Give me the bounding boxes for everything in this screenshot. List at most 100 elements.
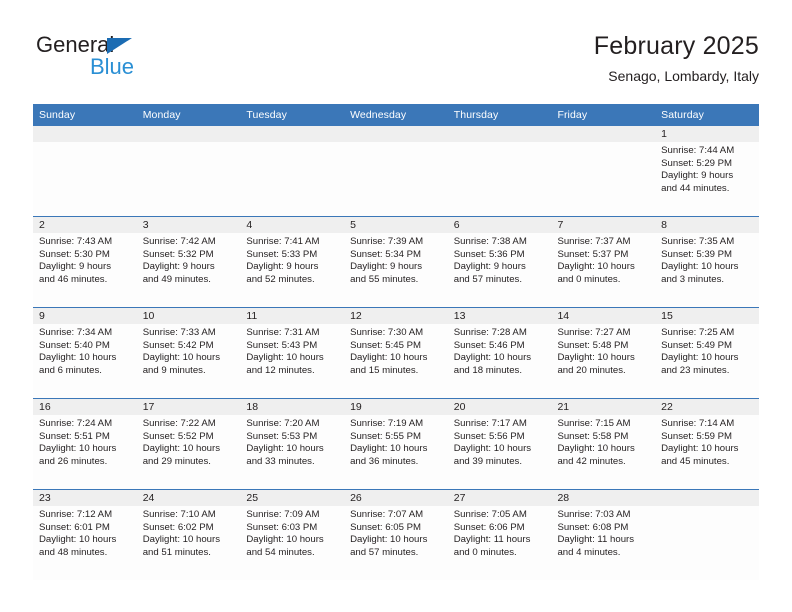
calendar-day-cell[interactable]: 12 Sunrise: 7:30 AM Sunset: 5:45 PM Dayligh… — [344, 307, 448, 399]
daylight-duration-line2: and 6 minutes. — [39, 364, 102, 376]
day-details: Sunrise: 7:42 AM Sunset: 5:32 PM Daylight:… — [137, 233, 241, 286]
calendar-day-cell[interactable]: 7 Sunrise: 7:37 AM Sunset: 5:37 PM Daylight… — [551, 216, 656, 308]
calendar-day-cell[interactable]: 18 Sunrise: 7:20 AM Sunset: 5:53 PM Dayligh… — [240, 398, 345, 490]
calendar-day-cell[interactable]: 27 Sunrise: 7:05 AM Sunset: 6:06 PM Dayligh… — [447, 489, 552, 580]
weekday-header-thursday: Thursday — [447, 104, 552, 126]
sunrise-time: Sunrise: 7:09 AM — [246, 509, 320, 520]
daylight-duration-line2: and 49 minutes. — [142, 273, 211, 285]
calendar-day-cell[interactable]: 3 Sunrise: 7:42 AM Sunset: 5:32 PM Daylight… — [136, 216, 241, 308]
day-number: 5 — [344, 217, 448, 233]
sunrise-time: Sunrise: 7:43 AM — [39, 236, 113, 247]
calendar-day-cell[interactable]: 19 Sunrise: 7:19 AM Sunset: 5:55 PM Dayligh… — [344, 398, 448, 490]
sunrise-time: Sunrise: 7:27 AM — [557, 327, 631, 338]
daylight-duration-line1: Daylight: 10 hours — [453, 443, 532, 455]
day-number: 27 — [447, 490, 552, 506]
daylight-duration-line2: and 15 minutes. — [350, 364, 419, 376]
daylight-duration-line1: Daylight: 10 hours — [350, 352, 428, 364]
calendar-week-row: 23 Sunrise: 7:12 AM Sunset: 6:01 PM Dayligh… — [33, 489, 759, 580]
calendar-day-cell[interactable]: 15 Sunrise: 7:25 AM Sunset: 5:49 PM Dayligh… — [655, 307, 759, 399]
calendar-day-cell[interactable]: 21 Sunrise: 7:15 AM Sunset: 5:58 PM Dayligh… — [551, 398, 656, 490]
calendar-header-row: Sunday Monday Tuesday Wednesday Thursday… — [33, 104, 759, 126]
day-number: 20 — [447, 399, 552, 415]
daylight-duration-line1: Daylight: 10 hours — [557, 352, 635, 364]
sunset-time: Sunset: 5:33 PM — [246, 248, 318, 260]
calendar-day-cell[interactable]: 5 Sunrise: 7:39 AM Sunset: 5:34 PM Daylight… — [344, 216, 448, 308]
calendar-day-cell[interactable]: 14 Sunrise: 7:27 AM Sunset: 5:48 PM Dayligh… — [551, 307, 656, 399]
day-details: Sunrise: 7:33 AM Sunset: 5:42 PM Daylight:… — [137, 324, 241, 377]
daylight-duration-line2: and 26 minutes. — [39, 455, 108, 467]
calendar-day-cell[interactable]: 23 Sunrise: 7:12 AM Sunset: 6:01 PM Dayligh… — [33, 489, 137, 580]
day-number — [551, 126, 656, 142]
daylight-duration-line2: and 0 minutes. — [453, 546, 517, 558]
day-details: Sunrise: 7:15 AM Sunset: 5:58 PM Daylight:… — [551, 415, 655, 468]
calendar-day-cell[interactable]: 6 Sunrise: 7:38 AM Sunset: 5:36 PM Daylight… — [447, 216, 552, 308]
calendar-day-cell[interactable]: 22 Sunrise: 7:14 AM Sunset: 5:59 PM Dayligh… — [655, 398, 759, 490]
calendar-day-cell[interactable]: 28 Sunrise: 7:03 AM Sunset: 6:08 PM Dayligh… — [551, 489, 656, 580]
calendar-day-cell[interactable]: 9 Sunrise: 7:34 AM Sunset: 5:40 PM Daylight… — [33, 307, 137, 399]
daylight-duration-line1: Daylight: 10 hours — [661, 352, 739, 364]
daylight-duration-line2: and 52 minutes. — [246, 273, 315, 285]
daylight-duration-line1: Daylight: 10 hours — [661, 261, 739, 273]
day-details: Sunrise: 7:09 AM Sunset: 6:03 PM Daylight:… — [240, 506, 344, 559]
daylight-duration-line2: and 36 minutes. — [350, 455, 419, 467]
calendar-day-cell[interactable]: 16 Sunrise: 7:24 AM Sunset: 5:51 PM Dayligh… — [33, 398, 137, 490]
calendar-day-cell[interactable]: 26 Sunrise: 7:07 AM Sunset: 6:05 PM Dayligh… — [344, 489, 448, 580]
day-number: 6 — [447, 217, 552, 233]
daylight-duration-line1: Daylight: 10 hours — [39, 352, 117, 364]
calendar-table: Sunday Monday Tuesday Wednesday Thursday… — [33, 104, 759, 580]
day-details: Sunrise: 7:03 AM Sunset: 6:08 PM Daylight:… — [551, 506, 655, 559]
daylight-duration-line2: and 44 minutes. — [661, 182, 730, 194]
day-number: 12 — [344, 308, 448, 324]
page-title: February 2025 — [593, 32, 759, 60]
daylight-duration-line2: and 9 minutes. — [142, 364, 206, 376]
daylight-duration-line1: Daylight: 9 hours — [246, 261, 319, 273]
sunrise-time: Sunrise: 7:24 AM — [39, 418, 113, 429]
calendar-day-cell[interactable]: 10 Sunrise: 7:33 AM Sunset: 5:42 PM Dayligh… — [136, 307, 241, 399]
daylight-duration-line2: and 0 minutes. — [557, 273, 621, 285]
calendar-day-cell[interactable]: 13 Sunrise: 7:28 AM Sunset: 5:46 PM Dayligh… — [447, 307, 552, 399]
day-number: 16 — [33, 399, 137, 415]
day-number: 4 — [240, 217, 345, 233]
weekday-header-wednesday: Wednesday — [344, 104, 448, 126]
sunrise-time: Sunrise: 7:19 AM — [350, 418, 424, 429]
day-details: Sunrise: 7:20 AM Sunset: 5:53 PM Daylight:… — [240, 415, 344, 468]
day-details: Sunrise: 7:10 AM Sunset: 6:02 PM Daylight:… — [137, 506, 241, 559]
daylight-duration-line1: Daylight: 10 hours — [246, 534, 324, 546]
day-details: Sunrise: 7:43 AM Sunset: 5:30 PM Daylight:… — [33, 233, 137, 286]
calendar-day-cell-empty — [655, 489, 759, 580]
sunrise-time: Sunrise: 7:35 AM — [661, 236, 735, 247]
day-number: 3 — [136, 217, 241, 233]
day-number: 2 — [33, 217, 137, 233]
sunset-time: Sunset: 5:36 PM — [453, 248, 525, 260]
sunrise-time: Sunrise: 7:31 AM — [246, 327, 320, 338]
calendar-day-cell[interactable]: 24 Sunrise: 7:10 AM Sunset: 6:02 PM Dayligh… — [136, 489, 241, 580]
day-details: Sunrise: 7:14 AM Sunset: 5:59 PM Daylight:… — [655, 415, 759, 468]
sunrise-time: Sunrise: 7:42 AM — [142, 236, 216, 247]
sunrise-time: Sunrise: 7:30 AM — [350, 327, 424, 338]
calendar-day-cell[interactable]: 2 Sunrise: 7:43 AM Sunset: 5:30 PM Daylight… — [33, 216, 137, 308]
calendar-day-cell[interactable]: 8 Sunrise: 7:35 AM Sunset: 5:39 PM Daylight… — [655, 216, 759, 308]
daylight-duration-line2: and 54 minutes. — [246, 546, 315, 558]
day-details: Sunrise: 7:44 AM Sunset: 5:29 PM Daylight:… — [655, 142, 759, 195]
day-number: 14 — [551, 308, 656, 324]
sunset-time: Sunset: 5:53 PM — [246, 430, 318, 442]
calendar-day-cell[interactable]: 20 Sunrise: 7:17 AM Sunset: 5:56 PM Dayligh… — [447, 398, 552, 490]
sunset-time: Sunset: 6:01 PM — [39, 521, 110, 533]
day-number — [447, 126, 552, 142]
sunset-time: Sunset: 6:05 PM — [350, 521, 421, 533]
sunset-time: Sunset: 5:43 PM — [246, 339, 318, 351]
sunset-time: Sunset: 6:02 PM — [142, 521, 214, 533]
daylight-duration-line1: Daylight: 10 hours — [39, 534, 117, 546]
calendar-day-cell[interactable]: 17 Sunrise: 7:22 AM Sunset: 5:52 PM Dayligh… — [136, 398, 241, 490]
day-number: 22 — [655, 399, 759, 415]
daylight-duration-line1: Daylight: 10 hours — [557, 443, 635, 455]
calendar-day-cell[interactable]: 1 Sunrise: 7:44 AM Sunset: 5:29 PM Daylight… — [655, 126, 759, 217]
calendar-week-row: 2 Sunrise: 7:43 AM Sunset: 5:30 PM Daylight… — [33, 216, 759, 308]
sunset-time: Sunset: 5:46 PM — [453, 339, 525, 351]
day-number: 17 — [136, 399, 241, 415]
calendar-day-cell[interactable]: 11 Sunrise: 7:31 AM Sunset: 5:43 PM Dayligh… — [240, 307, 345, 399]
day-details: Sunrise: 7:31 AM Sunset: 5:43 PM Daylight:… — [240, 324, 344, 377]
calendar-day-cell[interactable]: 4 Sunrise: 7:41 AM Sunset: 5:33 PM Daylight… — [240, 216, 345, 308]
calendar-day-cell[interactable]: 25 Sunrise: 7:09 AM Sunset: 6:03 PM Dayligh… — [240, 489, 345, 580]
day-number: 23 — [33, 490, 137, 506]
